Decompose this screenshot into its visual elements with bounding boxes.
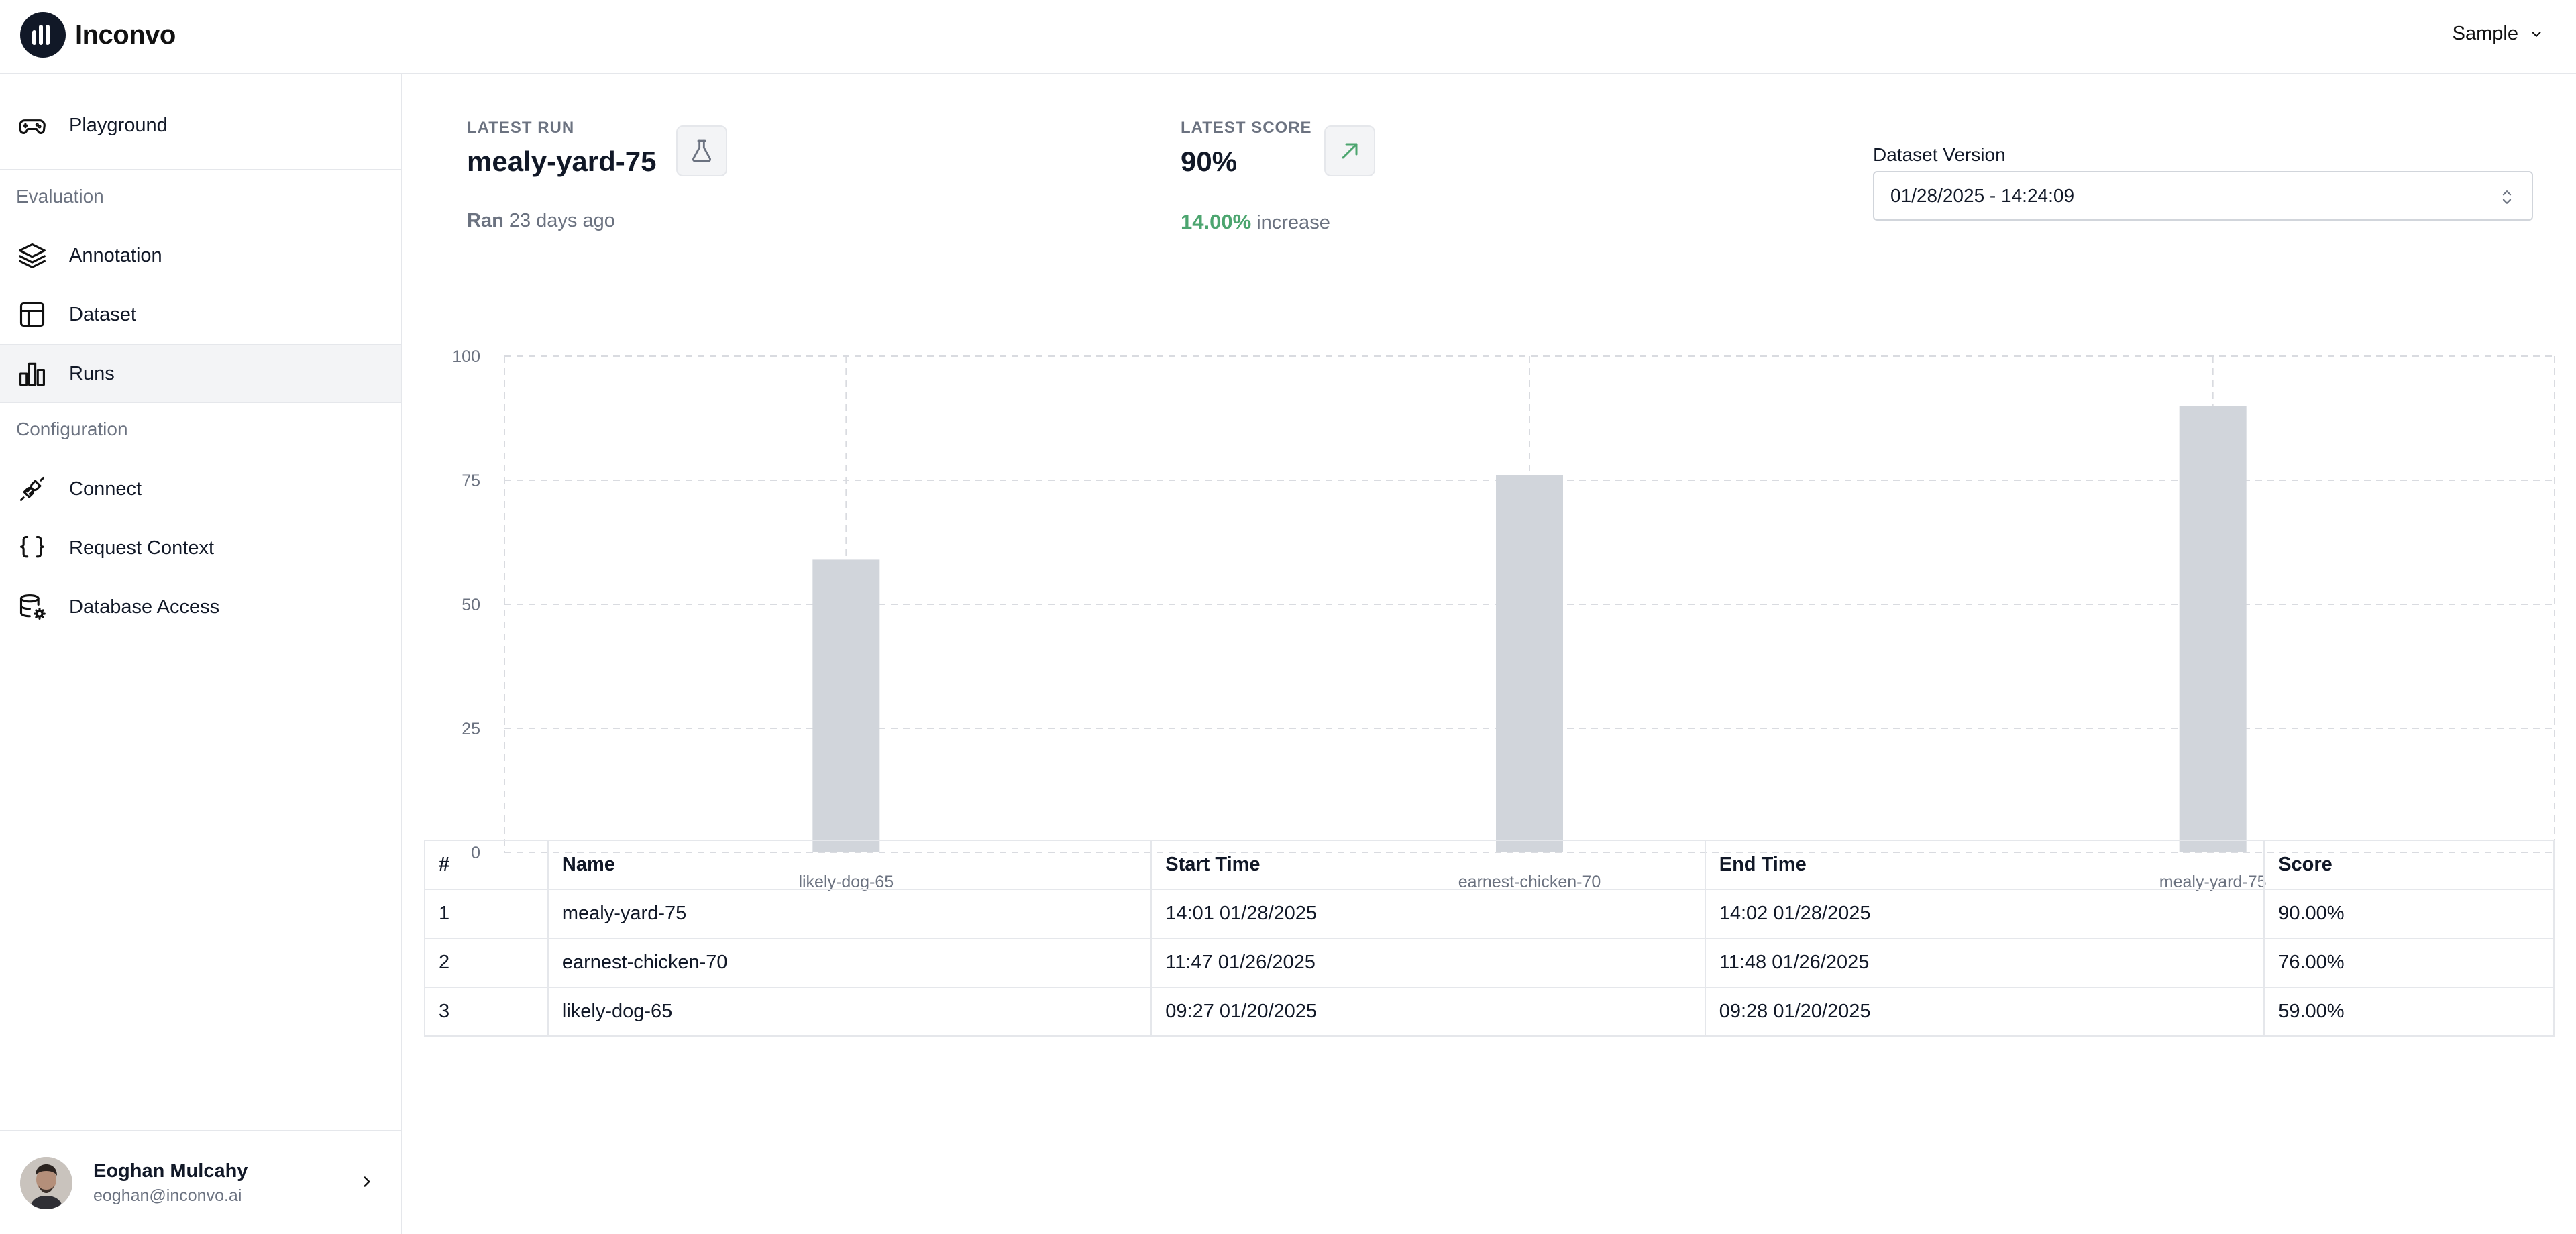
column-header-end-time: End Time [1704, 840, 2265, 890]
table-row[interactable]: 1 mealy-yard-75 14:01 01/28/2025 14:02 0… [424, 889, 2555, 939]
runs-bar-chart: 0255075100likely-dog-65 earnest-chicken-7… [452, 347, 2555, 891]
bar [812, 559, 880, 852]
table-row[interactable]: 2 earnest-chicken-70 11:47 01/26/2025 11… [424, 938, 2555, 988]
database-settings-icon [16, 591, 48, 623]
workspace-name: Sample [2452, 23, 2518, 44]
user-email: eoghan@inconvo.ai [93, 1186, 242, 1205]
cell-score: 59.00% [2263, 987, 2555, 1037]
cell-name: earnest-chicken-70 [547, 938, 1152, 988]
dataset-version-select[interactable]: 01/28/2025 - 14:24:09 [1873, 171, 2533, 221]
column-header-index: # [424, 840, 549, 890]
column-header-name: Name [547, 840, 1152, 890]
top-bar: Inconvo Sample [0, 0, 2576, 74]
latest-run-value[interactable]: mealy-yard-75 [467, 146, 657, 178]
bar-chart-icon [16, 357, 48, 390]
sidebar-item-runs[interactable]: Runs [0, 344, 401, 403]
latest-score-value: 90% [1181, 146, 1238, 177]
flask-icon [676, 125, 727, 176]
chevron-right-icon [364, 1176, 370, 1187]
gamepad-icon [16, 109, 48, 142]
latest-score-change: 14.00% increase [1181, 210, 1330, 234]
divider [0, 169, 401, 170]
column-header-start-time: Start Time [1150, 840, 1706, 890]
section-title-configuration: Configuration [16, 418, 128, 439]
runs-table: # Name Start Time End Time Score 1 mealy… [424, 840, 2555, 1037]
y-tick-label: 100 [452, 347, 480, 366]
sidebar-item-playground[interactable]: Playground [0, 96, 401, 155]
user-name: Eoghan Mulcahy [93, 1160, 248, 1182]
latest-run-time: Ran 23 days ago [467, 210, 615, 232]
section-title-evaluation: Evaluation [16, 186, 104, 207]
sidebar-item-database-access[interactable]: Database Access [0, 577, 401, 636]
sidebar-item-label: Connect [69, 478, 142, 500]
cell-name: likely-dog-65 [547, 987, 1152, 1037]
plug-icon [16, 473, 48, 505]
chevrons-up-down-icon [2502, 190, 2512, 204]
y-tick-label: 50 [462, 596, 480, 614]
sidebar-item-annotation[interactable]: Annotation [0, 226, 401, 285]
latest-score-delta-text: increase [1256, 212, 1330, 233]
sidebar-item-dataset[interactable]: Dataset [0, 285, 401, 344]
inconvo-logo-icon [20, 12, 66, 58]
table-row[interactable]: 3 likely-dog-65 09:27 01/20/2025 09:28 0… [424, 987, 2555, 1037]
layers-icon [16, 239, 48, 272]
cell-start-time: 09:27 01/20/2025 [1150, 987, 1706, 1037]
sidebar-item-label: Database Access [69, 596, 220, 618]
sidebar-item-label: Runs [69, 362, 115, 384]
avatar [20, 1156, 72, 1209]
dataset-version-value: 01/28/2025 - 14:24:09 [1890, 185, 2075, 206]
latest-score-label: LATEST SCORE [1181, 119, 1312, 137]
sidebar-item-label: Request Context [69, 537, 215, 559]
cell-start-time: 14:01 01/28/2025 [1150, 889, 1706, 939]
cell-name: mealy-yard-75 [547, 889, 1152, 939]
user-profile[interactable]: Eoghan Mulcahy eoghan@inconvo.ai [0, 1130, 401, 1234]
table-header-row: # Name Start Time End Time Score [424, 840, 2555, 890]
cell-index: 3 [424, 987, 549, 1037]
cell-index: 1 [424, 889, 549, 939]
workspace-selector[interactable]: Sample [2453, 23, 2544, 45]
bar [2179, 406, 2247, 852]
app-root: Inconvo Sample Playground Evaluation Ann… [0, 0, 2576, 1234]
cell-end-time: 14:02 01/28/2025 [1704, 889, 2265, 939]
sidebar-item-label: Dataset [69, 303, 136, 325]
cell-score: 90.00% [2263, 889, 2555, 939]
cell-end-time: 11:48 01/26/2025 [1704, 938, 2265, 988]
latest-run-stat: LATEST RUN mealy-yard-75 [467, 119, 657, 178]
sidebar-item-label: Annotation [69, 244, 162, 266]
dataset-version-label: Dataset Version [1873, 144, 2006, 165]
bar [1496, 475, 1563, 852]
latest-run-time-prefix: Ran [467, 210, 504, 231]
cell-end-time: 09:28 01/20/2025 [1704, 987, 2265, 1037]
cell-start-time: 11:47 01/26/2025 [1150, 938, 1706, 988]
runs-chart: 0 25 50 75 100 likely-dog-65 earnest-chicken-7… [402, 276, 2576, 906]
cell-score: 76.00% [2263, 938, 2555, 988]
brand[interactable]: Inconvo [20, 12, 176, 58]
latest-run-time-text: 23 days ago [508, 210, 615, 231]
sidebar-item-request-context[interactable]: Request Context [0, 518, 401, 577]
main-content: LATEST RUN mealy-yard-75 Ran 23 days ago… [402, 74, 2576, 1234]
latest-score-stat: LATEST SCORE 90% [1181, 119, 1312, 178]
brand-name: Inconvo [75, 19, 176, 50]
y-tick-label: 25 [462, 720, 480, 738]
latest-run-label: LATEST RUN [467, 119, 575, 137]
latest-score-delta: 14.00% [1181, 210, 1252, 233]
table-icon [16, 298, 48, 331]
chevron-down-icon [2532, 31, 2541, 37]
column-header-score: Score [2263, 840, 2555, 890]
braces-icon [16, 532, 48, 564]
arrow-up-right-icon [1324, 125, 1375, 176]
sidebar: Playground Evaluation Annotation Dataset… [0, 74, 402, 1234]
sidebar-item-label: Playground [69, 114, 168, 136]
sidebar-item-connect[interactable]: Connect [0, 459, 401, 518]
y-tick-label: 75 [462, 471, 480, 490]
cell-index: 2 [424, 938, 549, 988]
